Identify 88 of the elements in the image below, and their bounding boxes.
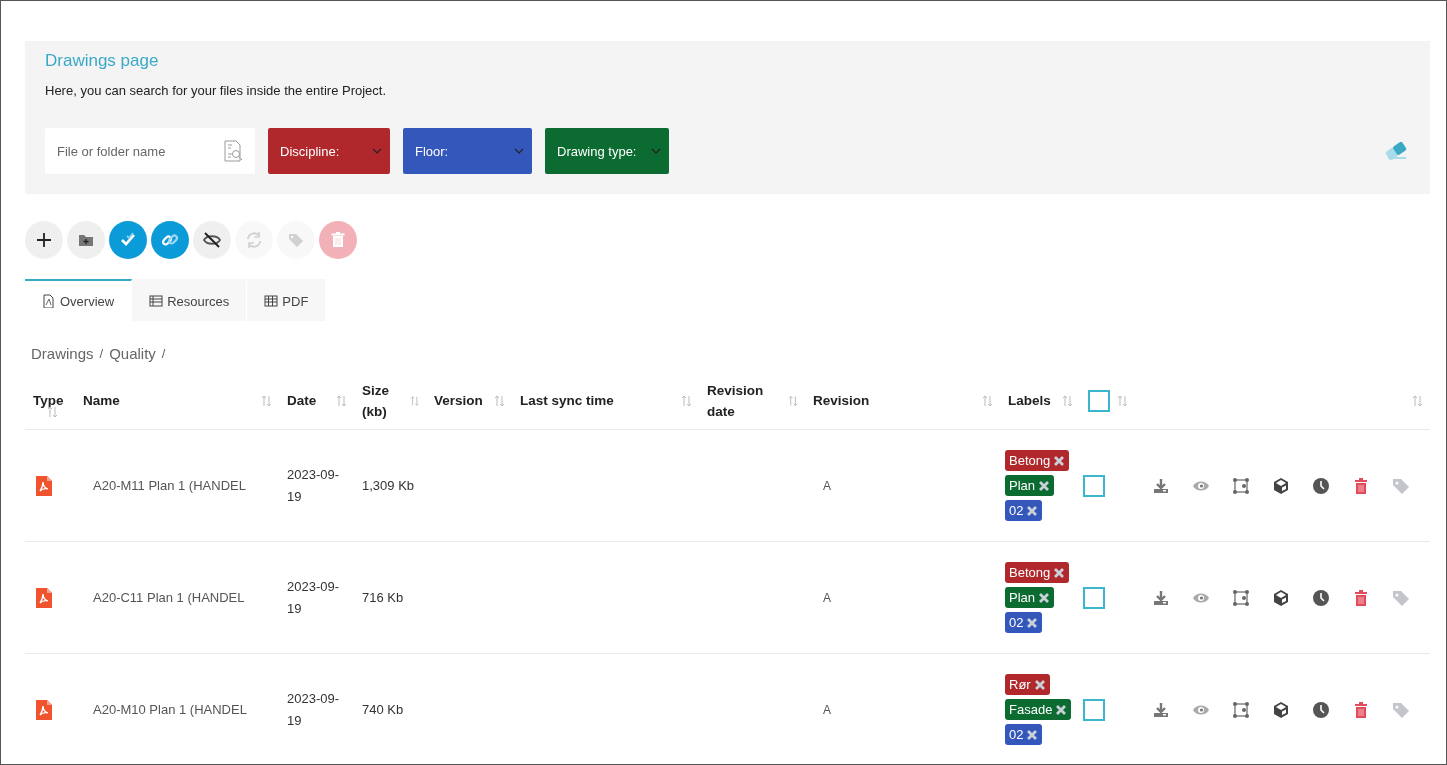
label-tag: 02 — [1005, 500, 1043, 521]
label-tag: Betong — [1005, 450, 1070, 471]
label-tag: Rør — [1005, 674, 1050, 695]
checkbox[interactable] — [1083, 586, 1105, 609]
remove-icon[interactable] — [1055, 703, 1068, 716]
filter-dropdown[interactable]: Drawing type: — [545, 128, 669, 174]
trash-icon[interactable] — [1352, 700, 1370, 719]
column-header: Size (kb) — [362, 381, 390, 421]
plus-icon — [34, 230, 54, 250]
breadcrumb-separator: / — [99, 346, 104, 361]
hide-button[interactable] — [193, 221, 231, 259]
column-header: Labels — [1008, 392, 1051, 410]
clock-icon[interactable] — [1312, 700, 1330, 719]
remove-icon[interactable] — [1053, 566, 1066, 579]
chevron-down-icon — [514, 148, 524, 154]
column-header: Revision date — [707, 381, 765, 421]
checkbox[interactable] — [1083, 698, 1105, 721]
sync-icon — [244, 230, 264, 250]
vector-nodes-icon[interactable] — [1232, 476, 1250, 495]
eye-slash-icon — [202, 230, 222, 250]
pdf-file-icon — [36, 475, 52, 496]
table-cell: 1,309 Kb — [362, 478, 415, 493]
tab[interactable]: PDF — [247, 279, 327, 321]
table-cell-text: 2023-09-19 — [287, 465, 341, 506]
table-icon — [264, 294, 279, 308]
label-tag: Fasade — [1005, 699, 1072, 720]
checkbox[interactable] — [1088, 389, 1110, 412]
pdf-file-icon — [42, 294, 56, 308]
remove-icon[interactable] — [1038, 479, 1051, 492]
table-cell-text: 2023-09-19 — [287, 577, 341, 618]
file-name[interactable]: A20-M10 Plan 1 (HANDEL — [75, 702, 279, 717]
label-tag: 02 — [1005, 612, 1043, 633]
column-header: Type — [33, 392, 64, 410]
label-tag: 02 — [1005, 724, 1043, 745]
label-tag: Plan — [1005, 475, 1055, 496]
vector-nodes-icon[interactable] — [1232, 700, 1250, 719]
download-icon[interactable] — [1152, 700, 1170, 719]
table-cell: A — [823, 702, 831, 717]
column-header: Revision — [813, 392, 870, 410]
label-tag: Betong — [1005, 562, 1070, 583]
remove-icon[interactable] — [1038, 591, 1051, 604]
clock-icon[interactable] — [1312, 588, 1330, 607]
table-cell: A — [823, 590, 831, 605]
remove-icon[interactable] — [1026, 728, 1039, 741]
search-field[interactable]: File or folder name — [45, 128, 255, 174]
document-search-icon — [221, 139, 245, 163]
vector-nodes-icon[interactable] — [1232, 588, 1250, 607]
sort-icon[interactable] — [47, 406, 58, 418]
filter-dropdown[interactable]: Discipline: — [268, 128, 390, 174]
table-cell: 716 Kb — [362, 590, 404, 605]
trash-icon[interactable] — [1352, 588, 1370, 607]
trash-icon[interactable] — [1352, 476, 1370, 495]
chevron-down-icon — [651, 148, 661, 154]
page-title: Drawings page — [45, 51, 159, 71]
clock-icon[interactable] — [1312, 476, 1330, 495]
select-button[interactable] — [109, 221, 147, 259]
remove-icon[interactable] — [1026, 616, 1039, 629]
chevron-down-icon — [372, 148, 382, 154]
file-name[interactable]: A20-M11 Plan 1 (HANDEL — [75, 478, 279, 493]
add-button[interactable] — [25, 221, 63, 259]
remove-icon[interactable] — [1053, 454, 1066, 467]
label-tag: Plan — [1005, 587, 1055, 608]
table-cell-text: 2023-09-19 — [287, 689, 341, 730]
checkbox[interactable] — [1083, 474, 1105, 497]
list-icon — [149, 294, 164, 308]
column-header: Date — [287, 392, 317, 410]
remove-icon[interactable] — [1033, 678, 1046, 691]
table-cell: 740 Kb — [362, 702, 404, 717]
remove-icon[interactable] — [1026, 504, 1039, 517]
page-description: Here, you can search for your files inside the entire Project. — [45, 83, 387, 98]
column-header: Last sync time — [520, 392, 614, 410]
breadcrumb-separator: / — [161, 346, 166, 361]
cube-icon[interactable] — [1272, 700, 1290, 719]
cube-icon[interactable] — [1272, 476, 1290, 495]
column-header: Version — [434, 392, 483, 410]
cube-icon[interactable] — [1272, 588, 1290, 607]
file-name[interactable]: A20-C11 Plan 1 (HANDEL — [75, 590, 279, 605]
download-icon[interactable] — [1152, 476, 1170, 495]
breadcrumb-link[interactable]: Quality — [109, 345, 156, 362]
breadcrumb-link[interactable]: Drawings — [31, 345, 94, 362]
pdf-file-icon — [36, 587, 52, 608]
tab[interactable]: Resources — [132, 279, 248, 321]
column-header: Name — [83, 392, 120, 410]
filter-dropdown[interactable]: Floor: — [403, 128, 532, 174]
download-icon[interactable] — [1152, 588, 1170, 607]
table-cell: A — [823, 478, 831, 493]
new-folder-button[interactable] — [67, 221, 105, 259]
pdf-file-icon — [36, 699, 52, 720]
